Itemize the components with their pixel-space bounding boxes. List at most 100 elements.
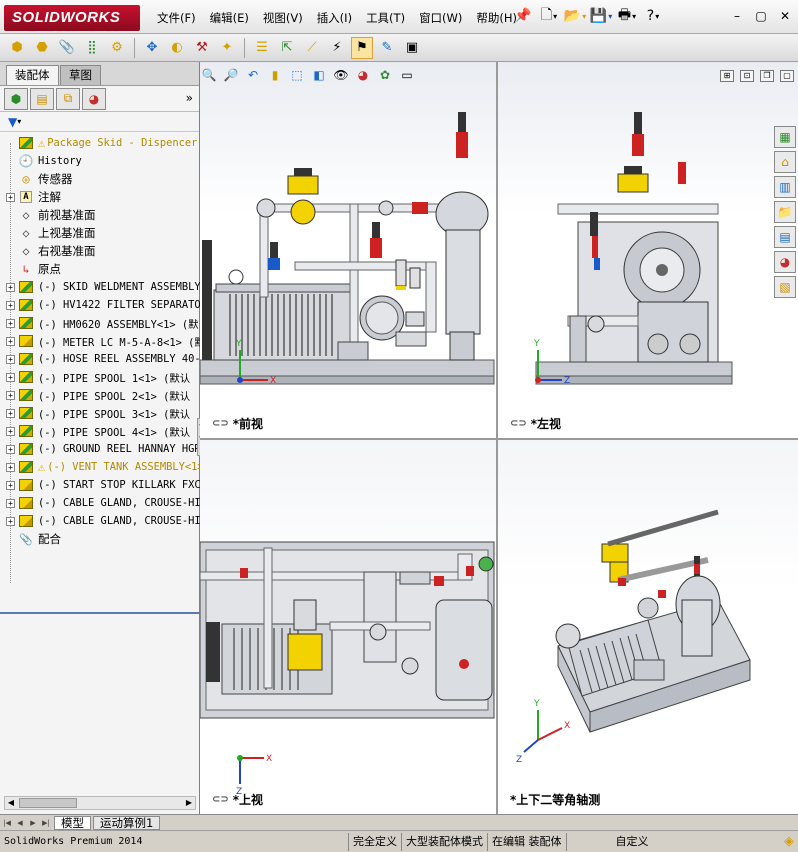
expand-toggle-icon[interactable]: + <box>6 336 15 346</box>
expand-toggle-icon[interactable]: + <box>6 498 15 508</box>
linear-pattern-icon[interactable]: ⣿ <box>81 37 103 59</box>
menu-file[interactable]: 文件(F) <box>150 10 203 26</box>
tree-filter[interactable]: ▼ ▾ <box>0 112 199 132</box>
tree-item[interactable]: ◇ 前视基准面 <box>0 206 200 224</box>
scroll-left-icon[interactable]: ◀ <box>5 797 17 809</box>
reference-geometry-icon[interactable]: ✦ <box>216 37 238 59</box>
viewport-front[interactable]: 🔍 🔎 ↶ ▮ ⬚ ◧ 👁 ◕ ✿ ▭ Y X ⊂⊃ *前视 <box>200 62 496 438</box>
assembly-features-icon[interactable]: ⚒ <box>191 37 213 59</box>
large-assembly-mode-icon[interactable]: ⚑ <box>351 36 373 59</box>
tree-item[interactable]: + (-) PIPE SPOOL 2<1> (默认 <box>0 386 200 404</box>
close-icon[interactable]: ✕ <box>776 8 794 24</box>
insert-component-icon[interactable]: ⬢ <box>6 37 28 59</box>
tags-icon[interactable]: ◈ <box>780 833 798 851</box>
view-palette-icon[interactable]: ▤ <box>774 226 796 248</box>
tree-root[interactable]: ⚠ Package Skid - Dispencer <box>0 134 200 152</box>
new-document-icon[interactable]: 🗋 <box>538 5 560 27</box>
tree-item[interactable]: + ⚠ (-) VENT TANK ASSEMBLY<1> <box>0 458 200 476</box>
instant3d-icon[interactable]: ✎ <box>376 37 398 59</box>
tree-item[interactable]: + (-) METER LC M-5-A-8<1> (默 <box>0 332 200 350</box>
menu-insert[interactable]: 插入(I) <box>310 10 359 26</box>
tab-sketch[interactable]: 草图 <box>60 65 101 85</box>
expand-toggle-icon[interactable]: + <box>6 480 15 490</box>
feature-tree-icon[interactable]: ⬢ <box>4 87 28 110</box>
expand-toggle-icon[interactable]: + <box>6 408 15 418</box>
expand-toggle-icon[interactable]: + <box>6 372 15 382</box>
viewport-left[interactable]: ⊞ ⊡ ❐ ▢ Y Z ⊂⊃ *左视 <box>498 62 798 438</box>
menu-window[interactable]: 窗口(W) <box>412 10 469 26</box>
scroll-thumb[interactable] <box>19 798 77 808</box>
more-tabs-icon[interactable]: » <box>186 91 193 105</box>
expand-toggle-icon[interactable]: + <box>6 516 15 526</box>
tree-divider[interactable] <box>0 612 200 614</box>
menu-edit[interactable]: 编辑(E) <box>203 10 256 26</box>
tab-motion-study[interactable]: 运动算例1 <box>93 815 161 830</box>
tree-item[interactable]: + (-) PIPE SPOOL 1<1> (默认 <box>0 368 200 386</box>
expand-toggle-icon[interactable]: + <box>6 192 15 202</box>
tree-item[interactable]: + (-) PIPE SPOOL 4<1> (默认 <box>0 422 200 440</box>
explode-line-sketch-icon[interactable]: ⟋ <box>301 37 323 59</box>
move-component-icon[interactable]: ✥ <box>141 37 163 59</box>
tree-item[interactable]: ◎ 传感器 <box>0 170 200 188</box>
snapshot-icon[interactable]: ▣ <box>401 37 423 59</box>
scroll-right-icon[interactable]: ▶ <box>183 797 195 809</box>
link-views-icon[interactable]: ⊂⊃ <box>212 794 229 805</box>
tree-item[interactable]: + (-) SKID WELDMENT ASSEMBLY <box>0 278 200 296</box>
tree-item[interactable]: + (-) GROUND REEL HANNAY HGR <box>0 440 200 458</box>
help-icon[interactable]: ? <box>642 5 664 27</box>
mate-icon[interactable]: 📎 <box>56 37 78 59</box>
expand-toggle-icon[interactable]: + <box>6 354 15 364</box>
appearances-icon[interactable]: ◕ <box>774 251 796 273</box>
tree-item[interactable]: + (-) PIPE SPOOL 3<1> (默认 <box>0 404 200 422</box>
viewport-isometric[interactable]: Y X Z *上下二等角轴测 <box>498 440 798 814</box>
tree-item[interactable]: + (-) START STOP KILLARK FXC <box>0 476 200 494</box>
new-part-icon[interactable]: ⬣ <box>31 37 53 59</box>
tree-item[interactable]: ◇ 右视基准面 <box>0 242 200 260</box>
tree-item[interactable]: ◇ 上视基准面 <box>0 224 200 242</box>
next-tab-icon[interactable]: ▶ <box>27 817 39 829</box>
menu-view[interactable]: 视图(V) <box>256 10 310 26</box>
print-icon[interactable]: 🖶 <box>616 5 638 27</box>
tree-item[interactable]: + (-) CABLE GLAND, CROUSE-HIN <box>0 494 200 512</box>
expand-toggle-icon[interactable]: + <box>6 282 15 292</box>
file-explorer-icon[interactable]: 📁 <box>774 201 796 223</box>
link-views-icon[interactable]: ⊂⊃ <box>510 418 527 429</box>
exploded-view-icon[interactable]: ⇱ <box>276 37 298 59</box>
expand-toggle-icon[interactable]: + <box>6 426 15 436</box>
tree-item[interactable]: 🕘 History <box>0 152 200 170</box>
home-icon[interactable]: ⌂ <box>774 151 796 173</box>
tab-model[interactable]: 模型 <box>54 815 91 830</box>
graphics-area[interactable]: 🔍 🔎 ↶ ▮ ⬚ ◧ 👁 ◕ ✿ ▭ Y X ⊂⊃ *前视 ⊞ ⊡ ❐ ▢ Y… <box>200 62 798 814</box>
expand-toggle-icon[interactable]: + <box>6 390 15 400</box>
viewport-top[interactable]: Z X ⊂⊃ *上视 <box>200 440 496 814</box>
expand-toggle-icon[interactable]: + <box>6 462 15 472</box>
tree-item[interactable]: + (-) CABLE GLAND, CROUSE-HIN <box>0 512 200 530</box>
status-units[interactable]: 自定义 <box>606 833 653 851</box>
pin-icon[interactable]: 📌 <box>512 5 534 27</box>
prev-tab-icon[interactable]: ◀ <box>14 817 26 829</box>
last-tab-icon[interactable]: ▶| <box>40 817 52 829</box>
first-tab-icon[interactable]: |◀ <box>1 817 13 829</box>
expand-toggle-icon[interactable]: + <box>6 300 15 310</box>
smart-fasteners-icon[interactable]: ⚙ <box>106 37 128 59</box>
menu-tools[interactable]: 工具(T) <box>359 10 412 26</box>
property-manager-icon[interactable]: ▤ <box>30 87 54 110</box>
hide-show-icon[interactable]: ◐ <box>166 37 188 59</box>
tree-item[interactable]: + (-) HV1422 FILTER SEPARATOR <box>0 296 200 314</box>
tree-item[interactable]: ↳ 原点 <box>0 260 200 278</box>
open-folder-icon[interactable]: 📂 <box>564 5 586 27</box>
tree-item[interactable]: + (-) HOSE REEL ASSEMBLY 40-3 <box>0 350 200 368</box>
tree-item[interactable]: + (-) HM0620 ASSEMBLY<1> (默 <box>0 314 200 332</box>
solidworks-logo[interactable]: SOLIDWORKS <box>4 5 140 31</box>
tree-item[interactable]: 📎 配合 <box>0 530 200 548</box>
save-icon[interactable]: 💾 <box>590 5 612 27</box>
tab-assembly[interactable]: 装配体 <box>6 65 59 85</box>
expand-toggle-icon[interactable]: + <box>6 444 15 454</box>
link-views-icon[interactable]: ⊂⊃ <box>212 418 229 429</box>
interference-detection-icon[interactable]: ⚡ <box>326 37 348 59</box>
bill-of-materials-icon[interactable]: ☰ <box>251 37 273 59</box>
minimize-icon[interactable]: – <box>728 8 746 24</box>
restore-icon[interactable]: ▢ <box>752 8 770 24</box>
design-library-icon[interactable]: ▥ <box>774 176 796 198</box>
tree-item[interactable]: + A 注解 <box>0 188 200 206</box>
